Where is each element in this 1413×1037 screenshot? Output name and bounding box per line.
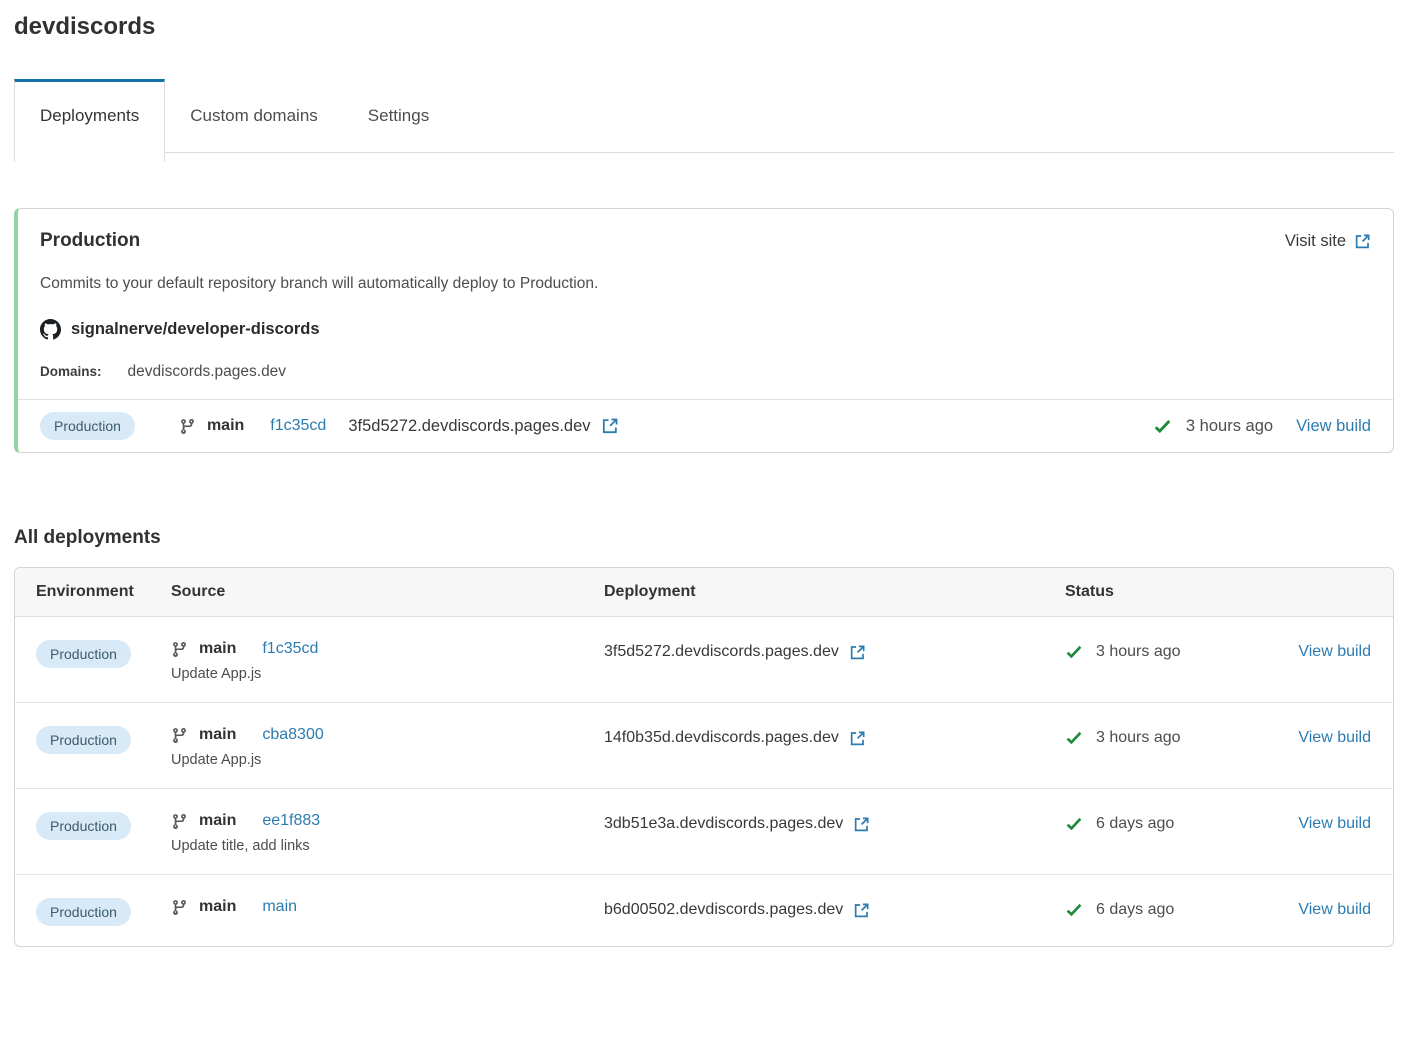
- deployment-time: 3 hours ago: [1186, 417, 1273, 436]
- branch-name: main: [199, 640, 236, 658]
- column-header-deployment: Deployment: [604, 583, 1065, 601]
- environment-badge: Production: [36, 726, 131, 754]
- branch-name: main: [207, 417, 244, 435]
- commit-link[interactable]: ee1f883: [262, 812, 320, 830]
- branch-name: main: [199, 898, 236, 916]
- tab-deployments[interactable]: Deployments: [14, 79, 165, 162]
- git-branch-icon: [171, 813, 188, 830]
- external-link-icon[interactable]: [849, 644, 866, 661]
- check-icon: [1065, 901, 1083, 919]
- table-row: Production main f1c35cd Update App.js 3f…: [15, 617, 1393, 702]
- tab-settings[interactable]: Settings: [343, 79, 454, 153]
- check-icon: [1065, 729, 1083, 747]
- commit-link[interactable]: main: [262, 898, 297, 916]
- tab-deployments-label: Deployments: [40, 106, 139, 125]
- external-link-icon[interactable]: [853, 902, 870, 919]
- tab-custom-domains[interactable]: Custom domains: [165, 79, 343, 153]
- deployment-url: 3f5d5272.devdiscords.pages.dev: [604, 643, 839, 661]
- check-icon: [1065, 815, 1083, 833]
- domains-row: Domains: devdiscords.pages.dev: [40, 363, 1371, 381]
- environment-badge: Production: [36, 898, 131, 926]
- external-link-icon[interactable]: [849, 730, 866, 747]
- repo-name: signalnerve/developer-discords: [71, 320, 320, 339]
- external-link-icon[interactable]: [601, 417, 619, 435]
- view-build-link[interactable]: View build: [1298, 729, 1371, 747]
- view-build-link[interactable]: View build: [1296, 417, 1371, 436]
- table-row: Production main main b6d00502.devdiscord…: [15, 874, 1393, 946]
- all-deployments-title: All deployments: [14, 527, 1394, 549]
- commit-message: Update App.js: [171, 666, 604, 682]
- check-icon: [1065, 643, 1083, 661]
- external-link-icon: [1354, 233, 1371, 250]
- column-header-source: Source: [171, 583, 604, 601]
- domains-label: Domains:: [40, 364, 102, 379]
- environment-badge: Production: [36, 812, 131, 840]
- production-card-title: Production: [40, 230, 140, 252]
- git-branch-icon: [171, 727, 188, 744]
- visit-site-label: Visit site: [1285, 232, 1346, 251]
- commit-link[interactable]: f1c35cd: [262, 640, 318, 658]
- column-header-environment: Environment: [36, 583, 171, 601]
- deployment-url: 3f5d5272.devdiscords.pages.dev: [348, 417, 590, 436]
- deployment-time: 3 hours ago: [1096, 643, 1181, 661]
- page-title: devdiscords: [14, 13, 1394, 41]
- git-branch-icon: [179, 418, 196, 435]
- commit-message: Update App.js: [171, 752, 604, 768]
- table-row: Production main ee1f883 Update title, ad…: [15, 788, 1393, 874]
- deployment-time: 6 days ago: [1096, 815, 1174, 833]
- branch-name: main: [199, 726, 236, 744]
- deployment-time: 6 days ago: [1096, 901, 1174, 919]
- environment-badge: Production: [40, 412, 135, 440]
- tab-bar: Deployments Custom domains Settings: [14, 79, 1394, 162]
- commit-message: Update title, add links: [171, 838, 604, 854]
- pages-project-page: devdiscords Deployments Custom domains S…: [0, 0, 1413, 947]
- deployments-table-header: Environment Source Deployment Status: [15, 568, 1393, 617]
- environment-badge: Production: [36, 640, 131, 668]
- branch-name: main: [199, 812, 236, 830]
- github-icon: [40, 319, 61, 340]
- production-description: Commits to your default repository branc…: [40, 275, 1371, 293]
- tab-settings-label: Settings: [368, 106, 429, 125]
- domains-value: devdiscords.pages.dev: [128, 363, 287, 381]
- production-deployment-row: Production main f1c35cd 3f5d5272.devdisc…: [18, 399, 1393, 452]
- check-icon: [1153, 417, 1172, 436]
- git-branch-icon: [171, 641, 188, 658]
- deployment-url: 14f0b35d.devdiscords.pages.dev: [604, 729, 839, 747]
- deployments-table: Environment Source Deployment Status Pro…: [14, 567, 1394, 947]
- external-link-icon[interactable]: [853, 816, 870, 833]
- production-card: Production Visit site Commits to your de…: [14, 208, 1394, 453]
- deployment-time: 3 hours ago: [1096, 729, 1181, 747]
- visit-site-link[interactable]: Visit site: [1285, 232, 1371, 251]
- view-build-link[interactable]: View build: [1298, 815, 1371, 833]
- commit-link[interactable]: f1c35cd: [270, 417, 326, 435]
- git-branch-icon: [171, 899, 188, 916]
- column-header-status: Status: [1065, 583, 1371, 601]
- table-row: Production main cba8300 Update App.js 14…: [15, 702, 1393, 788]
- repo-row: signalnerve/developer-discords: [40, 319, 1371, 340]
- production-card-body: Production Visit site Commits to your de…: [18, 209, 1393, 399]
- deployment-url: b6d00502.devdiscords.pages.dev: [604, 901, 843, 919]
- deployment-url: 3db51e3a.devdiscords.pages.dev: [604, 815, 843, 833]
- view-build-link[interactable]: View build: [1298, 643, 1371, 661]
- tab-custom-domains-label: Custom domains: [190, 106, 318, 125]
- view-build-link[interactable]: View build: [1298, 901, 1371, 919]
- commit-link[interactable]: cba8300: [262, 726, 323, 744]
